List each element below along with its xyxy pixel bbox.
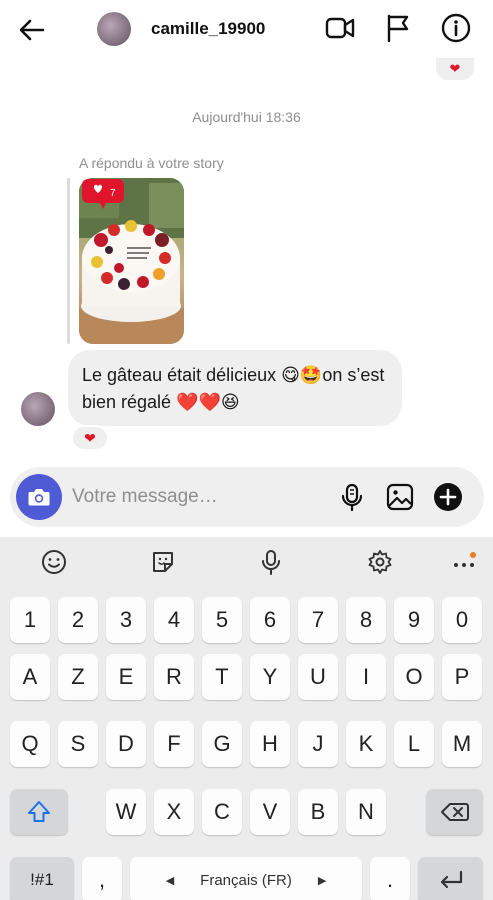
- language-prev-icon: ◀: [165, 874, 175, 887]
- key-z[interactable]: Z: [58, 654, 98, 700]
- symbols-key[interactable]: !#1: [10, 857, 74, 900]
- key-y[interactable]: Y: [250, 654, 290, 700]
- key-4[interactable]: 4: [154, 597, 194, 643]
- enter-icon: [440, 870, 462, 889]
- avatar[interactable]: [97, 12, 131, 46]
- story-like-badge: 7: [82, 179, 124, 209]
- key-o[interactable]: O: [394, 654, 434, 700]
- keyboard: 1 2 3 4 5 6 7 8 9 0 A Z E R T Y U I O P …: [0, 537, 493, 900]
- key-p[interactable]: P: [442, 654, 482, 700]
- key-n[interactable]: N: [346, 789, 386, 835]
- key-2[interactable]: 2: [58, 597, 98, 643]
- key-7[interactable]: 7: [298, 597, 338, 643]
- key-m[interactable]: M: [442, 721, 482, 767]
- info-icon[interactable]: [440, 12, 472, 44]
- key-l[interactable]: L: [394, 721, 434, 767]
- keyboard-toolbar: [0, 537, 493, 587]
- chat-header: camille_19900: [0, 0, 493, 58]
- key-6[interactable]: 6: [250, 597, 290, 643]
- key-w[interactable]: W: [106, 789, 146, 835]
- key-s[interactable]: S: [58, 721, 98, 767]
- key-r[interactable]: R: [154, 654, 194, 700]
- camera-button[interactable]: [16, 474, 62, 520]
- camera-icon: [28, 489, 50, 506]
- back-arrow-icon[interactable]: [16, 14, 48, 46]
- key-x[interactable]: X: [154, 789, 194, 835]
- backspace-icon: [440, 803, 469, 821]
- backspace-key[interactable]: [426, 789, 483, 835]
- key-t[interactable]: T: [202, 654, 242, 700]
- message-timestamp: Aujourd'hui 18:36: [192, 109, 301, 125]
- sender-avatar[interactable]: [21, 392, 55, 426]
- key-0[interactable]: 0: [442, 597, 482, 643]
- message-composer: [10, 467, 484, 527]
- more-icon[interactable]: [450, 548, 478, 576]
- key-b[interactable]: B: [298, 789, 338, 835]
- key-q[interactable]: Q: [10, 721, 50, 767]
- key-3[interactable]: 3: [106, 597, 146, 643]
- key-8[interactable]: 8: [346, 597, 386, 643]
- key-9[interactable]: 9: [394, 597, 434, 643]
- key-k[interactable]: K: [346, 721, 386, 767]
- space-language-label: Français (FR): [200, 871, 292, 889]
- comma-key[interactable]: ,: [82, 857, 122, 900]
- video-call-icon[interactable]: [324, 12, 356, 44]
- key-f[interactable]: F: [154, 721, 194, 767]
- reply-indicator-bar: [67, 178, 70, 344]
- story-like-count: 7: [110, 188, 116, 199]
- key-d[interactable]: D: [106, 721, 146, 767]
- period-key[interactable]: .: [370, 857, 410, 900]
- key-u[interactable]: U: [298, 654, 338, 700]
- key-5[interactable]: 5: [202, 597, 242, 643]
- key-a[interactable]: A: [10, 654, 50, 700]
- language-next-icon: ▶: [317, 874, 327, 887]
- plus-icon[interactable]: [432, 481, 464, 513]
- emoji-icon[interactable]: [40, 548, 68, 576]
- gallery-icon[interactable]: [384, 481, 416, 513]
- key-g[interactable]: G: [202, 721, 242, 767]
- message-reaction-heart[interactable]: ❤: [71, 425, 109, 451]
- enter-key[interactable]: [418, 857, 483, 900]
- key-e[interactable]: E: [106, 654, 146, 700]
- space-bar[interactable]: ◀ Français (FR) ▶: [130, 857, 362, 900]
- voice-input-icon[interactable]: [257, 548, 285, 576]
- message-input[interactable]: [72, 481, 322, 513]
- key-h[interactable]: H: [250, 721, 290, 767]
- reaction-heart[interactable]: ❤: [436, 58, 474, 80]
- shift-icon: [28, 801, 50, 822]
- settings-icon[interactable]: [366, 548, 394, 576]
- story-reply-label: A répondu à votre story: [79, 155, 224, 171]
- microphone-icon[interactable]: [336, 481, 368, 513]
- key-1[interactable]: 1: [10, 597, 50, 643]
- key-j[interactable]: J: [298, 721, 338, 767]
- sticker-icon[interactable]: [149, 548, 177, 576]
- key-v[interactable]: V: [250, 789, 290, 835]
- shift-key[interactable]: [10, 789, 68, 835]
- key-i[interactable]: I: [346, 654, 386, 700]
- message-bubble[interactable]: Le gâteau était délicieux 😋🤩on s’est bie…: [68, 350, 402, 426]
- username[interactable]: camille_19900: [151, 19, 265, 39]
- key-c[interactable]: C: [202, 789, 242, 835]
- flag-icon[interactable]: [382, 12, 414, 44]
